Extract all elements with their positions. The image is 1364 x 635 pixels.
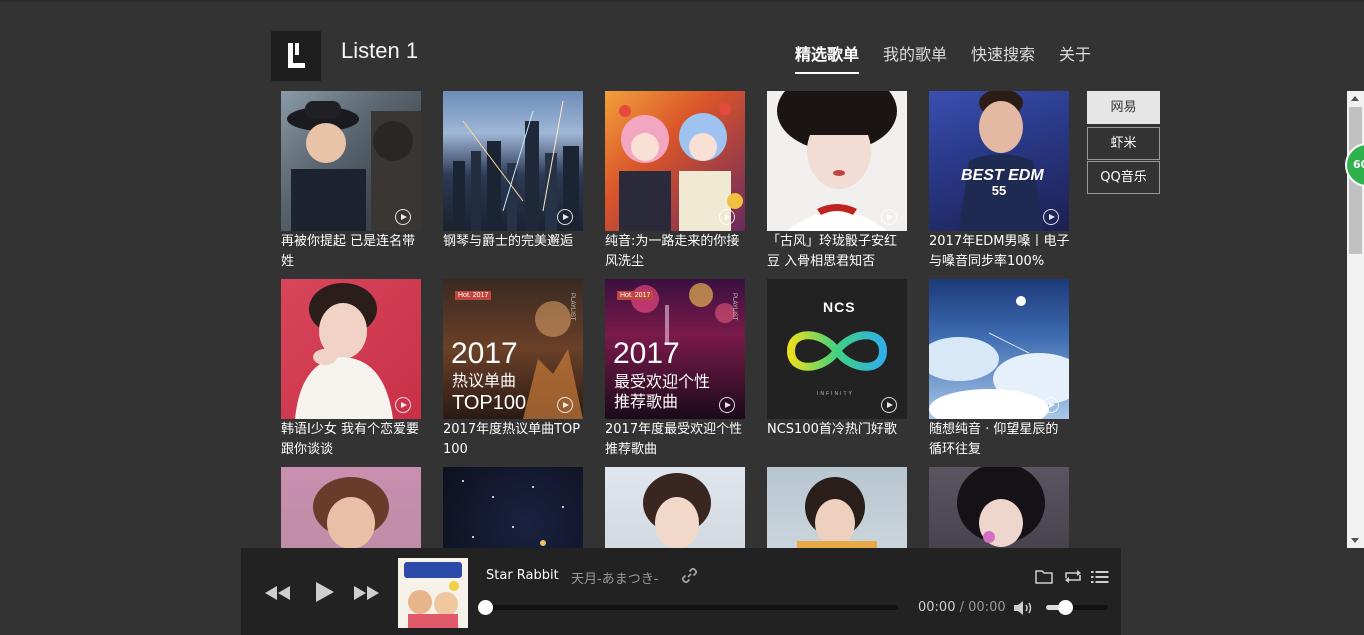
scroll-down-arrow-icon[interactable] <box>1351 538 1359 543</box>
playlist-cover: Hot. 2017 2017 热议单曲 TOP100 PLAYLIST <box>443 279 583 419</box>
source-tab-qqmusic[interactable]: QQ音乐 <box>1087 161 1160 194</box>
cover-line: TOP100 <box>452 392 527 414</box>
play-icon[interactable] <box>1043 397 1059 413</box>
playlist-cover <box>767 467 907 548</box>
cover-side-text: PLAYLIST <box>569 293 575 321</box>
playlist-card[interactable]: Hot. 2017 2017 最受欢迎个性 推荐歌曲 PLAYLIST 2017… <box>605 279 745 460</box>
scroll-up-arrow-icon[interactable] <box>1351 96 1359 101</box>
playlist-cover <box>605 467 745 548</box>
playlist-card[interactable]: 55 BEST EDM 2017年EDM男嗓丨电子与嗓音同步率100% <box>929 91 1070 272</box>
playlist-card[interactable]: 钢琴与爵士的完美邂逅 <box>443 91 583 252</box>
playlist-cover <box>443 91 583 231</box>
volume-icon[interactable] <box>1013 600 1035 616</box>
playlist-card[interactable]: 「古风」玲珑骰子安红豆 入骨相思君知否 <box>767 91 907 272</box>
repeat-icon[interactable] <box>1063 569 1083 584</box>
source-tab-netease[interactable]: 网易 <box>1087 91 1160 124</box>
cover-line: 热议单曲 <box>452 373 517 390</box>
now-playing-artist[interactable]: 天月-あまつき- <box>571 568 658 587</box>
playlist-cover <box>605 91 745 231</box>
cover-year: 2017 <box>613 337 680 370</box>
time-separator: / <box>959 600 964 615</box>
playlist-cover <box>929 279 1069 419</box>
playlist-cover <box>443 467 583 548</box>
playlist-grid: 再被你提起 已是连名带姓 钢琴与爵士的完美邂逅 纯音:为一路走来的你接风洗尘 「… <box>0 0 1364 548</box>
playlist-cover <box>281 467 421 548</box>
playlist-title: 2017年EDM男嗓丨电子与嗓音同步率100% <box>929 234 1070 269</box>
playlist-title: NCS100首冷热门好歌 <box>767 422 897 437</box>
play-button-icon[interactable] <box>314 581 336 603</box>
cover-side-text: PLAYLIST <box>731 293 737 321</box>
cover-sub: INFINITY <box>817 391 854 397</box>
playlist-card[interactable] <box>767 467 907 548</box>
play-icon[interactable] <box>557 397 573 413</box>
play-icon[interactable] <box>395 209 411 225</box>
playlist-title: 纯音:为一路走来的你接风洗尘 <box>605 234 740 269</box>
progress-bar[interactable] <box>478 600 898 615</box>
play-icon[interactable] <box>881 397 897 413</box>
cover-line: 推荐歌曲 <box>614 394 679 411</box>
playlist-card[interactable] <box>605 467 745 548</box>
playlist-title: 2017年度最受欢迎个性推荐歌曲 <box>605 422 743 457</box>
cover-tag: Hot. 2017 <box>617 291 654 300</box>
playlist-menu-icon[interactable] <box>1091 570 1109 584</box>
playlist-cover: 55 BEST EDM <box>929 91 1069 231</box>
time-display: 00:00 / 00:00 <box>918 600 1006 615</box>
progress-knob[interactable] <box>478 600 493 615</box>
playlist-title: 2017年度热议单曲TOP100 <box>443 422 581 457</box>
playlist-card[interactable]: 韩语I少女 我有个恋爱要跟你谈谈 <box>281 279 421 460</box>
cover-tag: Hot. 2017 <box>455 291 492 300</box>
playlist-title: 韩语I少女 我有个恋爱要跟你谈谈 <box>281 422 419 457</box>
play-icon[interactable] <box>719 397 735 413</box>
volume-knob[interactable] <box>1057 600 1073 615</box>
playlist-title: 再被你提起 已是连名带姓 <box>281 234 416 269</box>
previous-icon[interactable] <box>265 586 291 600</box>
total-time: 00:00 <box>968 600 1006 615</box>
folder-icon[interactable] <box>1035 569 1053 584</box>
playlist-title: 钢琴与爵士的完美邂逅 <box>443 234 574 249</box>
current-time: 00:00 <box>918 600 956 615</box>
play-icon[interactable] <box>557 209 573 225</box>
source-tab-xiami[interactable]: 虾米 <box>1087 127 1160 160</box>
now-playing-title: Star Rabbit <box>486 568 559 583</box>
playlist-card[interactable] <box>281 467 421 548</box>
svg-text:55: 55 <box>992 183 1006 198</box>
playlist-cover <box>281 91 421 231</box>
playlist-card[interactable]: 随想纯音 · 仰望星辰的循环往复 <box>929 279 1069 460</box>
playlist-card[interactable] <box>443 467 583 548</box>
playlist-cover: NCS INFINITY <box>767 279 907 419</box>
playlist-card[interactable]: NCS INFINITY NCS100首冷热门好歌 <box>767 279 907 440</box>
playlist-cover: Hot. 2017 2017 最受欢迎个性 推荐歌曲 PLAYLIST <box>605 279 745 419</box>
playlist-card[interactable] <box>929 467 1069 548</box>
link-icon[interactable] <box>681 567 698 584</box>
playlist-card[interactable]: 再被你提起 已是连名带姓 <box>281 91 421 272</box>
volume-slider[interactable] <box>1046 600 1108 615</box>
cover-text: BEST EDM <box>961 167 1044 184</box>
play-icon[interactable] <box>1043 209 1059 225</box>
playlist-title: 「古风」玲珑骰子安红豆 入骨相思君知否 <box>767 234 898 269</box>
play-icon[interactable] <box>395 397 411 413</box>
cover-year: 2017 <box>451 337 518 370</box>
playlist-title: 随想纯音 · 仰望星辰的循环往复 <box>929 422 1059 457</box>
playlist-cover <box>929 467 1069 548</box>
play-icon[interactable] <box>881 209 897 225</box>
play-icon[interactable] <box>719 209 735 225</box>
playlist-cover <box>767 91 907 231</box>
player-bar: Star Rabbit 天月-あまつき- 00:00 / 00:00 <box>241 548 1121 635</box>
cover-line: 最受欢迎个性 <box>614 374 711 391</box>
next-icon[interactable] <box>353 586 379 600</box>
playlist-card[interactable]: Hot. 2017 2017 热议单曲 TOP100 PLAYLIST 2017… <box>443 279 583 460</box>
playlist-card[interactable]: 纯音:为一路走来的你接风洗尘 <box>605 91 745 272</box>
now-playing-cover[interactable] <box>398 558 468 628</box>
playlist-cover <box>281 279 421 419</box>
